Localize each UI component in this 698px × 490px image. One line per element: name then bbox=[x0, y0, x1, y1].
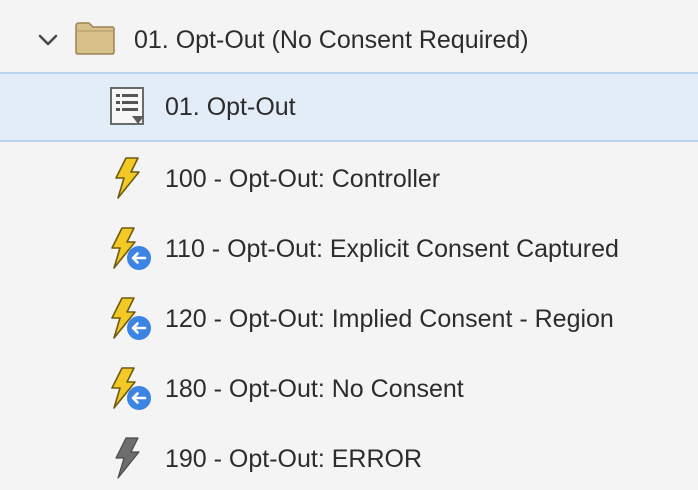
folder-row[interactable]: 01. Opt-Out (No Consent Required) bbox=[0, 4, 698, 74]
tree-item-rule-180[interactable]: 180 - Opt-Out: No Consent bbox=[0, 354, 698, 424]
folder-label: 01. Opt-Out (No Consent Required) bbox=[134, 26, 529, 54]
tree-item-label: 01. Opt-Out bbox=[165, 93, 296, 121]
tree-item-rule-120[interactable]: 120 - Opt-Out: Implied Consent - Region bbox=[0, 284, 698, 354]
folder-icon bbox=[74, 20, 116, 56]
rule-tree: 01. Opt-Out (No Consent Required) 01. Op… bbox=[0, 0, 698, 490]
tree-item-label: 110 - Opt-Out: Explicit Consent Captured bbox=[165, 235, 619, 263]
tree-item-rule-100[interactable]: 100 - Opt-Out: Controller bbox=[0, 144, 698, 214]
chevron-down-icon[interactable] bbox=[36, 28, 60, 52]
lightning-bolt-icon bbox=[108, 156, 152, 202]
tree-item-rule-110[interactable]: 110 - Opt-Out: Explicit Consent Captured bbox=[0, 214, 698, 284]
tree-item-opt-out[interactable]: 01. Opt-Out bbox=[0, 72, 698, 142]
tree-item-label: 100 - Opt-Out: Controller bbox=[165, 165, 441, 193]
gray-lightning-bolt-icon bbox=[108, 436, 152, 482]
tree-item-rule-190[interactable]: 190 - Opt-Out: ERROR bbox=[0, 424, 698, 490]
tree-item-label: 190 - Opt-Out: ERROR bbox=[165, 445, 423, 473]
data-element-list-icon bbox=[108, 84, 152, 130]
tree-item-label: 120 - Opt-Out: Implied Consent - Region bbox=[165, 305, 614, 333]
lightning-bolt-with-arrow-icon bbox=[108, 296, 152, 342]
tree-item-label: 180 - Opt-Out: No Consent bbox=[165, 375, 464, 403]
lightning-bolt-with-arrow-icon bbox=[108, 366, 152, 412]
lightning-bolt-with-arrow-icon bbox=[108, 226, 152, 272]
